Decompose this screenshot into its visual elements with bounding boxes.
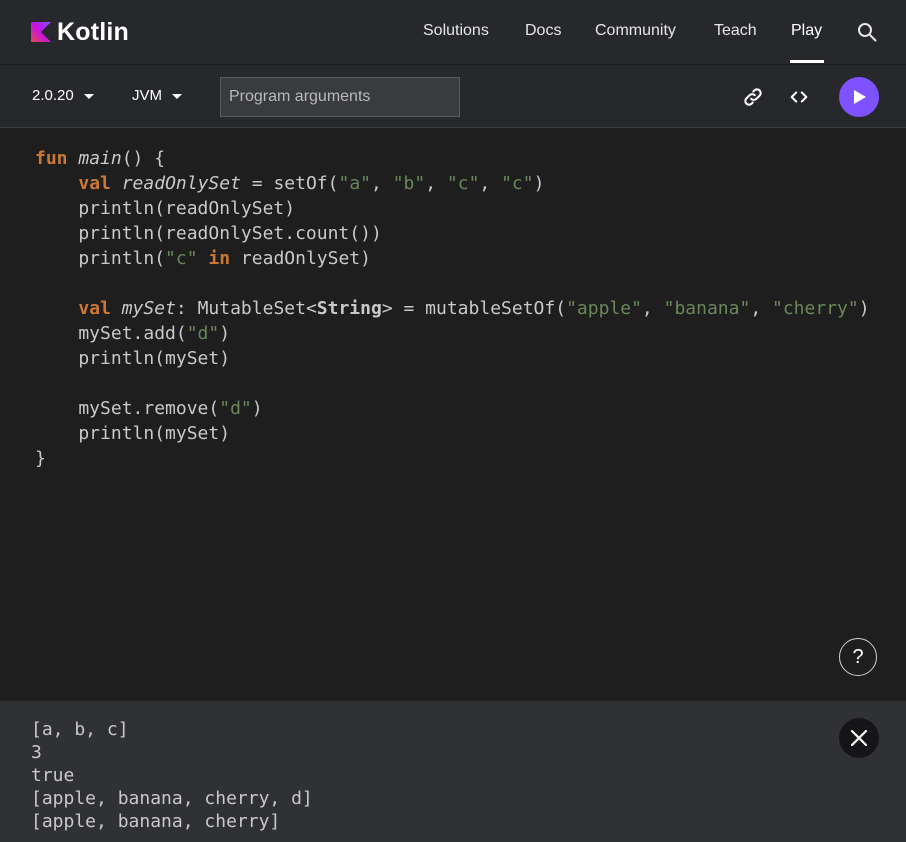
code-embed-icon[interactable] (788, 86, 810, 108)
output-line: true (31, 765, 75, 786)
string-token: "b" (392, 173, 426, 194)
target-dropdown[interactable]: JVM (132, 87, 182, 104)
nav-item-teach[interactable]: Teach (714, 22, 757, 40)
close-output-button[interactable] (839, 718, 879, 758)
chevron-down-icon (172, 93, 182, 99)
code-line: println(readOnlySet) (35, 198, 296, 219)
output-line: [a, b, c] (31, 719, 129, 740)
string-token: "c" (501, 173, 534, 194)
string-token: "c" (446, 173, 480, 194)
string-token: "cherry" (772, 298, 859, 319)
kotlin-logo[interactable]: Kotlin (31, 18, 129, 46)
chevron-down-icon (83, 93, 94, 99)
code-editor[interactable]: fun main() { val readOnlySet = setOf("a"… (0, 128, 906, 701)
help-button[interactable]: ? (839, 638, 877, 676)
keyword-token: in (208, 248, 231, 269)
question-icon: ? (852, 645, 864, 668)
function-name-token: main (78, 148, 122, 169)
brand-name: Kotlin (57, 17, 130, 46)
code-line: println(readOnlySet.count()) (35, 223, 382, 244)
variable-token: readOnlySet (121, 173, 241, 194)
nav-item-docs[interactable]: Docs (525, 22, 561, 40)
string-token: "c" (165, 248, 198, 269)
code-line: } (35, 448, 46, 469)
output-panel: [a, b, c] 3 true [apple, banana, cherry,… (0, 701, 906, 842)
output-line: [apple, banana, cherry, d] (31, 788, 313, 809)
version-dropdown[interactable]: 2.0.20 (32, 87, 94, 104)
kotlin-logo-mark-icon (31, 22, 51, 42)
nav-item-solutions[interactable]: Solutions (423, 22, 489, 40)
link-icon[interactable] (742, 86, 764, 108)
version-value: 2.0.20 (32, 87, 74, 104)
variable-token: mySet (121, 298, 176, 319)
nav-item-community[interactable]: Community (595, 22, 676, 40)
keyword-token: val (78, 173, 111, 194)
string-token: "d" (219, 398, 252, 419)
keyword-token: fun (35, 148, 68, 169)
string-token: "d" (186, 323, 220, 344)
code-line: println(mySet) (35, 348, 231, 369)
program-arguments-input[interactable] (220, 77, 460, 117)
active-nav-indicator (790, 60, 824, 63)
string-token: "banana" (663, 298, 751, 319)
output-lines: [a, b, c] 3 true [apple, banana, cherry,… (31, 718, 313, 833)
type-token: String (316, 298, 382, 319)
string-token: "a" (338, 173, 371, 194)
playground-toolbar: 2.0.20 JVM (0, 64, 906, 128)
code-line: println(mySet) (35, 423, 231, 444)
top-navigation: Kotlin Solutions Docs Community Teach Pl… (0, 0, 906, 64)
target-value: JVM (132, 87, 162, 104)
run-button[interactable] (839, 77, 879, 117)
close-icon (850, 729, 868, 747)
keyword-token: val (78, 298, 111, 319)
output-line: 3 (31, 742, 42, 763)
output-line: [apple, banana, cherry] (31, 811, 281, 832)
code-content[interactable]: fun main() { val readOnlySet = setOf("a"… (35, 146, 870, 471)
string-token: "apple" (566, 298, 642, 319)
search-icon[interactable] (857, 22, 877, 42)
play-icon (854, 90, 866, 104)
nav-item-play[interactable]: Play (791, 22, 822, 40)
